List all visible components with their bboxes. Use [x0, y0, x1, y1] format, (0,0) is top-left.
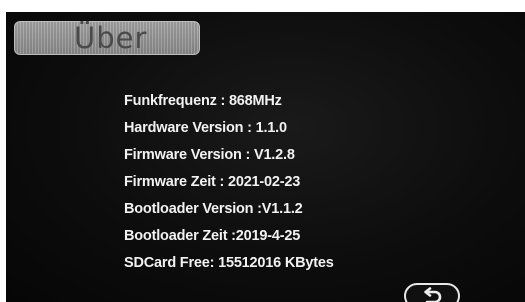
info-sdcard-free: SDCard Free: 15512016 KBytes: [124, 255, 334, 271]
info-radio-frequency: Funkfrequenz : 868MHz: [124, 93, 282, 109]
return-arrow-icon: [424, 287, 442, 302]
info-hardware-version: Hardware Version : 1.1.0: [124, 120, 287, 136]
about-screen: Über Funkfrequenz : 868MHz Hardware Vers…: [6, 12, 525, 302]
info-bootloader-version: Bootloader Version :V1.1.2: [124, 201, 303, 217]
info-firmware-version: Firmware Version : V1.2.8: [124, 147, 295, 163]
back-button[interactable]: [404, 283, 460, 302]
device-screen: Über Funkfrequenz : 868MHz Hardware Vers…: [0, 0, 525, 302]
info-bootloader-date: Bootloader Zeit :2019-4-25: [124, 228, 301, 244]
info-firmware-date: Firmware Zeit : 2021-02-23: [124, 174, 301, 190]
title-tab: Über: [14, 21, 200, 55]
page-title: Über: [74, 21, 148, 55]
device-info-list: Funkfrequenz : 868MHz Hardware Version :…: [124, 88, 334, 277]
